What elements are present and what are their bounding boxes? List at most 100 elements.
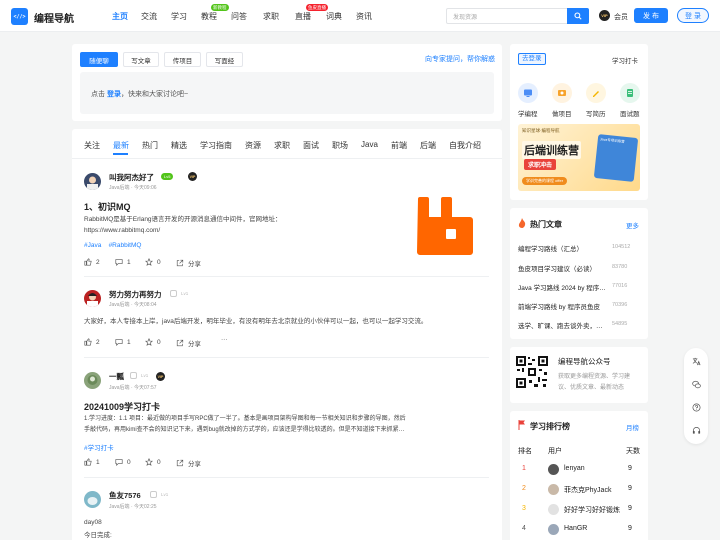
level-badge: Lv1 (141, 373, 149, 378)
feed-tab-frontend[interactable]: 前端 (391, 140, 407, 151)
hot-article-link[interactable]: Java 学习路线 2024 by 程序… (518, 282, 614, 292)
post-tags[interactable]: #学习打卡 (84, 442, 114, 452)
nav-home[interactable]: 主页 (112, 11, 128, 22)
comment-button[interactable]: 0 (115, 458, 131, 466)
feed-tab-hot[interactable]: 热门 (142, 140, 158, 151)
avatar[interactable] (548, 464, 559, 475)
avatar[interactable] (84, 290, 101, 307)
help-icon[interactable] (692, 403, 701, 412)
hot-article-link[interactable]: 前端学习路线 by 程序员鱼皮 (518, 301, 614, 311)
vip-label[interactable]: 会员 (614, 12, 628, 22)
post-username[interactable]: 叫我阿杰好了 (109, 172, 154, 183)
nav-exchange[interactable]: 交流 (141, 11, 157, 22)
search-input[interactable]: 发现资源 (446, 8, 569, 24)
feed-tab-java[interactable]: Java (361, 140, 378, 149)
composer-tab-article[interactable]: 写文章 (123, 52, 159, 67)
nav-live[interactable]: 直播 (295, 11, 311, 22)
feed-tab-featured[interactable]: 精选 (171, 140, 187, 151)
nav-dictionary[interactable]: 词典 (326, 11, 342, 22)
rank-username[interactable]: 好好学习好好锻炼 (564, 505, 620, 515)
post-divider (84, 276, 489, 277)
write-resume-icon[interactable] (586, 83, 606, 103)
post-username[interactable]: 努力努力再努力 (109, 289, 162, 300)
feed-tab-jobs[interactable]: 求职 (274, 140, 290, 151)
feed-tab-backend[interactable]: 后端 (420, 140, 436, 151)
composer-tab-interview[interactable]: 写面经 (206, 52, 243, 67)
quick-link-label[interactable]: 写简历 (586, 108, 606, 118)
like-button[interactable]: 2 (84, 258, 100, 266)
headset-icon[interactable] (692, 426, 701, 435)
quick-link-label[interactable]: 学编程 (518, 108, 538, 118)
translate-icon[interactable] (692, 357, 701, 366)
rank-username[interactable]: lenyan (564, 465, 585, 472)
hot-article-link[interactable]: 选学、旷课、跑去谈外卖，… (518, 320, 614, 330)
learn-coding-icon[interactable] (518, 83, 538, 103)
quick-link-label[interactable]: 做项目 (552, 108, 572, 118)
like-button[interactable]: 1 (84, 458, 100, 466)
nav-jobs[interactable]: 求职 (263, 11, 279, 22)
feed-tab-workplace[interactable]: 职场 (332, 140, 348, 151)
quick-link-label[interactable]: 面试题 (620, 108, 640, 118)
feed-tab-guide[interactable]: 学习指南 (200, 140, 232, 151)
nav-qa[interactable]: 问答 (231, 11, 247, 22)
feed-tab-follow[interactable]: 关注 (84, 140, 100, 151)
feed-tab-resources[interactable]: 资源 (245, 140, 261, 151)
post-username[interactable]: 一瓢 (109, 371, 124, 382)
ranking-period-tab[interactable]: 月榜 (626, 422, 639, 432)
nav-tutorial[interactable]: 教程 (201, 11, 217, 22)
star-button[interactable]: 0 (145, 258, 161, 266)
composer-tab-project[interactable]: 传项目 (164, 52, 201, 67)
avatar[interactable] (548, 484, 559, 495)
star-button[interactable]: 0 (145, 338, 161, 346)
star-icon (145, 458, 153, 466)
banner-top-text: 知识星球·编程导航 (522, 128, 560, 133)
star-button[interactable]: 0 (145, 458, 161, 466)
post-tags[interactable]: #Java #RabbitMQ (84, 242, 141, 249)
comment-button[interactable]: 1 (115, 338, 131, 346)
publish-button[interactable]: 发 布 (634, 8, 668, 23)
thumbs-up-icon (84, 338, 92, 346)
composer-input[interactable]: 点击 登录，快来和大家讨论吧~ (80, 72, 494, 114)
interview-questions-icon[interactable] (620, 83, 640, 103)
wechat-icon[interactable] (692, 380, 701, 389)
composer-login-link[interactable]: 登录 (107, 91, 121, 98)
hot-article-link[interactable]: 编程学习路线（汇总） (518, 243, 614, 253)
logo-icon[interactable]: <//> (11, 8, 28, 25)
login-button[interactable]: 登 录 (677, 8, 709, 23)
bootcamp-banner[interactable]: 知识星球·编程导航 后端训练营 求职冲击 学训完善的课程 offer Java专… (518, 124, 640, 191)
go-login-tag[interactable]: 去登录 (518, 53, 546, 65)
like-button[interactable]: 2 (84, 338, 100, 346)
share-button[interactable]: 分享 (176, 458, 201, 468)
ask-expert-link[interactable]: 向专家提问，帮你解惑 (425, 54, 495, 64)
post-divider (84, 357, 489, 358)
avatar[interactable] (548, 504, 559, 515)
avatar[interactable] (84, 491, 101, 508)
vip-icon[interactable]: VIP (599, 10, 610, 21)
feed-tab-latest[interactable]: 最新 (113, 140, 129, 151)
hot-more-link[interactable]: 更多 (626, 220, 639, 230)
rank-username[interactable]: 菲杰克PhyJack (564, 485, 611, 495)
composer-tab-chat[interactable]: 随便聊 (80, 52, 118, 67)
post-username[interactable]: 鱼友7576 (109, 490, 141, 501)
avatar[interactable] (84, 173, 101, 190)
post-title[interactable]: 1、初识MQ (84, 200, 131, 213)
hot-article-link[interactable]: 鱼皮项目学习建议（必读） (518, 263, 614, 273)
avatar[interactable] (84, 372, 101, 389)
rank-days: 9 (628, 465, 632, 472)
do-project-icon[interactable] (552, 83, 572, 103)
post-title[interactable]: 20241009学习打卡 (84, 400, 160, 413)
feed-tab-interview[interactable]: 面试 (303, 140, 319, 151)
feed-tab-intro[interactable]: 自我介绍 (449, 140, 481, 151)
search-button[interactable] (567, 8, 589, 24)
check-in-label[interactable]: 学习打卡 (612, 55, 638, 65)
more-button[interactable]: ··· (221, 336, 228, 343)
nav-news[interactable]: 资讯 (356, 11, 372, 22)
nav-learn[interactable]: 学习 (171, 11, 187, 22)
avatar[interactable] (548, 524, 559, 535)
logo-text[interactable]: 编程导航 (34, 10, 74, 25)
rank-username[interactable]: HanGR (564, 525, 587, 532)
comment-button[interactable]: 1 (115, 258, 131, 266)
share-button[interactable]: 分享 (176, 258, 201, 268)
share-button[interactable]: 分享 (176, 338, 201, 348)
comment-count: 1 (127, 258, 131, 266)
